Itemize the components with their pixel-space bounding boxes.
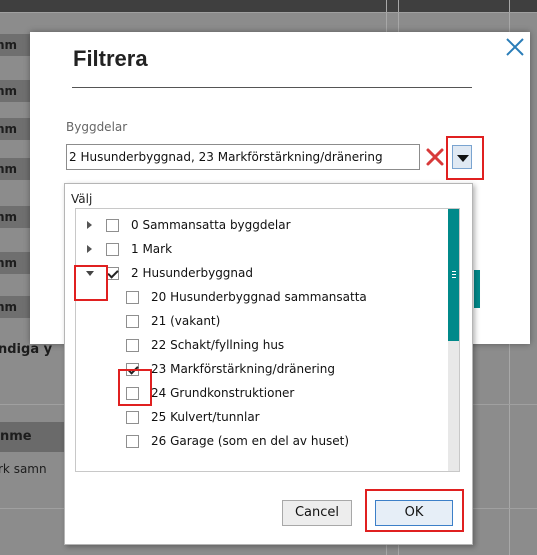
tree-item-label: 21 (vakant) [151, 314, 221, 328]
tree-item-label: 24 Grundkonstruktioner [151, 386, 295, 400]
close-icon[interactable] [502, 34, 528, 60]
tree-item-label: 23 Markförstärkning/dränering [151, 362, 335, 376]
tree-item-label: 2 Husunderbyggnad [131, 266, 254, 280]
bg-cell-text: rk samn [0, 462, 47, 476]
byggdelar-label: Byggdelar [66, 120, 128, 134]
bg-column-header: nme [0, 422, 70, 452]
bg-row-label: nm [0, 206, 30, 228]
bg-row-label: nm [0, 80, 30, 102]
highlight-ok-button [365, 489, 464, 532]
byggdelar-combobox[interactable]: 2 Husunderbyggnad, 23 Markförstärkning/d… [66, 144, 420, 170]
checkbox[interactable] [106, 243, 119, 256]
tree-item[interactable]: 0 Sammansatta byggdelar [76, 213, 446, 237]
checkbox[interactable] [126, 339, 139, 352]
tree-item-label: 20 Husunderbyggnad sammansatta [151, 290, 367, 304]
title-divider [72, 87, 472, 88]
grip-icon [452, 271, 456, 272]
tree-item-label: 22 Schakt/fyllning hus [151, 338, 285, 352]
grid-line [0, 12, 537, 13]
tree-item[interactable]: 25 Kulvert/tunnlar [76, 405, 446, 429]
bg-row-label: nm [0, 296, 30, 318]
tree-item-label: 25 Kulvert/tunnlar [151, 410, 260, 424]
scrollbar-thumb[interactable] [448, 209, 459, 341]
checkbox[interactable] [126, 315, 139, 328]
checkbox[interactable] [126, 411, 139, 424]
tree-item-label: 1 Mark [131, 242, 173, 256]
dialog-title: Filtrera [73, 46, 148, 71]
cancel-button[interactable]: Cancel [282, 500, 352, 526]
highlight-checkbox [118, 369, 152, 406]
tree-item[interactable]: 20 Husunderbyggnad sammansatta [76, 285, 446, 309]
checkbox[interactable] [126, 291, 139, 304]
popup-header: Välj [71, 192, 93, 206]
tree-item[interactable]: 26 Garage (som en del av huset) [76, 429, 446, 453]
bg-row-label: nm [0, 34, 30, 56]
bg-row-label: nm [0, 158, 30, 180]
red-x-icon[interactable] [424, 146, 446, 168]
app-top-bar [0, 0, 537, 12]
checkbox[interactable] [126, 435, 139, 448]
tree-item-label: 26 Garage (som en del av huset) [151, 434, 350, 448]
tree-item[interactable]: 22 Schakt/fyllning hus [76, 333, 446, 357]
tree-item[interactable]: 2 Husunderbyggnad [76, 261, 446, 285]
highlight-expander [74, 265, 108, 301]
bg-row-label: nm [0, 252, 30, 274]
bg-section-header: ndiga y [0, 342, 53, 357]
tree-item[interactable]: 1 Mark [76, 237, 446, 261]
tree-list: 0 Sammansatta byggdelar 1 Mark 2 Husunde… [75, 208, 460, 472]
expand-arrow-icon[interactable] [87, 245, 92, 253]
expand-arrow-icon[interactable] [87, 221, 92, 229]
bg-row-label: nm [0, 118, 30, 140]
tree-item-label: 0 Sammansatta byggdelar [131, 218, 291, 232]
tree-item[interactable]: 21 (vakant) [76, 309, 446, 333]
teal-button-edge[interactable] [474, 270, 480, 308]
highlight-dropdown [446, 136, 484, 180]
checkbox[interactable] [106, 219, 119, 232]
